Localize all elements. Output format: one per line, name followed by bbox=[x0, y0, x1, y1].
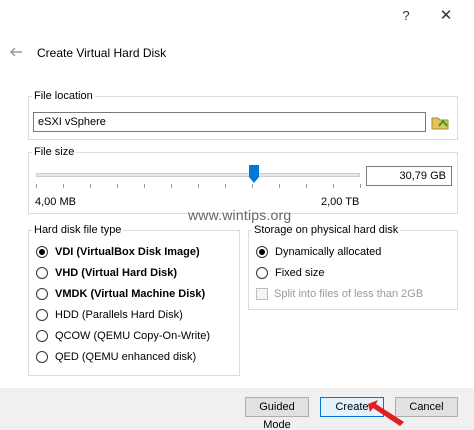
slider-tick bbox=[252, 184, 253, 188]
radio-qed[interactable]: QED (QEMU enhanced disk) bbox=[36, 351, 196, 363]
file-size-label: File size bbox=[32, 146, 77, 158]
watermark: www.wintips.org bbox=[188, 207, 292, 223]
slider-tick bbox=[225, 184, 226, 188]
file-location-input[interactable] bbox=[33, 112, 426, 132]
slider-tick bbox=[90, 184, 91, 188]
storage-label: Storage on physical hard disk bbox=[252, 224, 401, 236]
close-button[interactable]: ✕ bbox=[438, 8, 454, 24]
title-bar: ? ✕ bbox=[0, 0, 474, 32]
split-checkbox-row: Split into files of less than 2GB bbox=[256, 288, 423, 300]
radio-hdd[interactable]: HDD (Parallels Hard Disk) bbox=[36, 309, 183, 321]
radio-label: Dynamically allocated bbox=[275, 246, 382, 258]
split-label: Split into files of less than 2GB bbox=[274, 288, 424, 300]
radio-icon[interactable] bbox=[256, 267, 268, 279]
radio-label: Fixed size bbox=[275, 267, 325, 279]
file-size-input[interactable] bbox=[366, 166, 452, 186]
radio-icon[interactable] bbox=[36, 330, 48, 342]
radio-icon[interactable] bbox=[256, 246, 268, 258]
annotation-arrow-icon bbox=[364, 394, 408, 428]
radio-label: VHD (Virtual Hard Disk) bbox=[55, 267, 178, 279]
dialog-title: Create Virtual Hard Disk bbox=[37, 46, 167, 60]
file-location-label: File location bbox=[32, 90, 95, 102]
file-size-slider[interactable] bbox=[36, 173, 360, 177]
size-max-label: 2,00 TB bbox=[321, 196, 360, 208]
radio-icon[interactable] bbox=[36, 351, 48, 363]
slider-tick bbox=[198, 184, 199, 188]
slider-tick bbox=[360, 184, 361, 188]
slider-tick bbox=[333, 184, 334, 188]
radio-dynamic[interactable]: Dynamically allocated bbox=[256, 246, 381, 258]
split-checkbox bbox=[256, 288, 268, 300]
radio-vhd[interactable]: VHD (Virtual Hard Disk) bbox=[36, 267, 177, 279]
radio-icon[interactable] bbox=[36, 309, 48, 321]
radio-vdi[interactable]: VDI (VirtualBox Disk Image) bbox=[36, 246, 200, 258]
slider-tick bbox=[63, 184, 64, 188]
radio-label: VDI (VirtualBox Disk Image) bbox=[55, 246, 200, 258]
radio-label: VMDK (Virtual Machine Disk) bbox=[55, 288, 206, 300]
slider-tick bbox=[117, 184, 118, 188]
slider-tick bbox=[306, 184, 307, 188]
back-arrow-icon[interactable] bbox=[8, 44, 24, 60]
size-min-label: 4,00 MB bbox=[35, 196, 76, 208]
radio-fixed[interactable]: Fixed size bbox=[256, 267, 325, 279]
slider-tick bbox=[36, 184, 37, 188]
slider-thumb[interactable] bbox=[249, 165, 259, 183]
slider-tick bbox=[144, 184, 145, 188]
help-button[interactable]: ? bbox=[398, 8, 414, 24]
slider-tick bbox=[279, 184, 280, 188]
guided-mode-button[interactable]: Guided Mode bbox=[245, 397, 309, 430]
radio-label: HDD (Parallels Hard Disk) bbox=[55, 309, 183, 321]
radio-label: QED (QEMU enhanced disk) bbox=[55, 351, 197, 363]
folder-icon[interactable] bbox=[430, 112, 450, 132]
radio-label: QCOW (QEMU Copy-On-Write) bbox=[55, 330, 211, 342]
radio-vmdk[interactable]: VMDK (Virtual Machine Disk) bbox=[36, 288, 205, 300]
slider-tick bbox=[171, 184, 172, 188]
disk-type-label: Hard disk file type bbox=[32, 224, 124, 236]
slider-ticks bbox=[36, 184, 361, 189]
radio-icon[interactable] bbox=[36, 288, 48, 300]
radio-icon[interactable] bbox=[36, 246, 48, 258]
radio-qcow[interactable]: QCOW (QEMU Copy-On-Write) bbox=[36, 330, 210, 342]
radio-icon[interactable] bbox=[36, 267, 48, 279]
